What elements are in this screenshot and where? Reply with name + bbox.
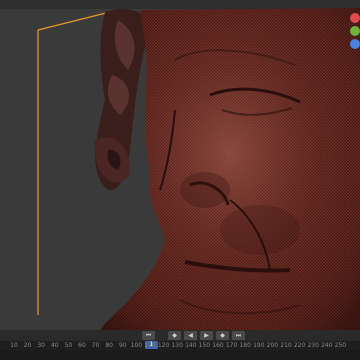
next-keyframe-button[interactable]: ◆ bbox=[216, 331, 229, 340]
play-button[interactable]: ▶ bbox=[200, 331, 213, 340]
play-reverse-button[interactable]: ◀ bbox=[184, 331, 197, 340]
navigation-gizmo[interactable] bbox=[350, 13, 360, 52]
jump-end-button[interactable]: ⏭ bbox=[232, 331, 245, 340]
gizmo-z-axis[interactable] bbox=[350, 39, 360, 49]
jump-start-button[interactable]: ⏮ bbox=[142, 331, 155, 340]
frame-tick-label: 120 bbox=[157, 342, 170, 349]
frame-tick-label: 250 bbox=[334, 342, 347, 349]
frame-tick-label: 170 bbox=[225, 342, 238, 349]
frame-tick-label: 110 bbox=[144, 342, 156, 349]
viewport-scene bbox=[37, 8, 360, 330]
sculpt-hair bbox=[94, 9, 150, 191]
cheek-shadow bbox=[220, 205, 300, 255]
frame-tick-label: 160 bbox=[212, 342, 224, 349]
frame-tick-label: 80 bbox=[105, 342, 114, 349]
bounds-edge-top bbox=[37, 11, 111, 31]
frame-tick-label: 90 bbox=[118, 342, 127, 349]
frame-tick-label: 40 bbox=[50, 342, 59, 349]
gizmo-x-axis[interactable] bbox=[350, 13, 360, 23]
frame-tick-label: 50 bbox=[64, 342, 73, 349]
frame-tick-label: 220 bbox=[293, 342, 306, 349]
frame-tick-label: 30 bbox=[37, 342, 46, 349]
frame-tick-label: 70 bbox=[91, 342, 100, 349]
frame-tick-label: 100 bbox=[130, 342, 143, 349]
timeline-panel: ⏮ ◆ ◀ ▶ ◆ ⏭ 1 10 20 30 40 50 60 70 80 90 100 110 12… bbox=[0, 330, 360, 360]
playback-controls: ⏮ ◆ ◀ ▶ ◆ ⏭ bbox=[0, 330, 360, 341]
3d-viewport[interactable] bbox=[0, 0, 360, 330]
frame-tick-label: 20 bbox=[23, 342, 32, 349]
frame-tick-label: 190 bbox=[253, 342, 265, 349]
frame-tick-label: 10 bbox=[10, 342, 18, 349]
frame-ruler[interactable]: 1 10 20 30 40 50 60 70 80 90 100 110 120 130 140 150 16… bbox=[0, 341, 360, 350]
nose-tip bbox=[180, 172, 230, 208]
frame-tick-label: 230 bbox=[307, 342, 319, 349]
frame-tick-label: 240 bbox=[321, 342, 333, 349]
3d-editor-window: ⏮ ◆ ◀ ▶ ◆ ⏭ 1 10 20 30 40 50 60 70 80 90 100 110 12… bbox=[0, 0, 360, 360]
frame-tick-label: 130 bbox=[171, 342, 183, 349]
frame-tick-label: 150 bbox=[198, 342, 211, 349]
frame-tick-label: 180 bbox=[239, 342, 251, 349]
prev-keyframe-button[interactable]: ◆ bbox=[168, 331, 181, 340]
frame-tick-label: 60 bbox=[78, 342, 86, 349]
gizmo-y-axis[interactable] bbox=[350, 26, 360, 36]
frame-tick-label: 200 bbox=[266, 342, 279, 349]
frame-tick-label: 140 bbox=[185, 342, 197, 349]
timeline-track[interactable] bbox=[0, 350, 360, 360]
frame-tick-label: 210 bbox=[280, 342, 292, 349]
